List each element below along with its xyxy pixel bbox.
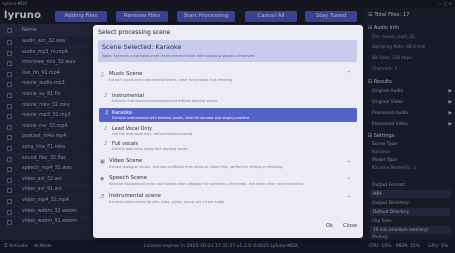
video-scene-desc: Extract dialogue, music, and sound effec… xyxy=(109,164,283,169)
selected-scene-heading: Scene Selected: Karaoke xyxy=(102,43,182,51)
video-icon: ▣ xyxy=(100,159,105,165)
ok-button[interactable]: Ok xyxy=(326,223,333,229)
option-desc: Extracts instrumental with backing vocal… xyxy=(112,116,250,120)
instrumental-scene-title: Instrumental scene xyxy=(109,193,161,199)
speech-scene-title: Speech Scene xyxy=(109,175,148,181)
chevron-down-icon[interactable]: ⌄ xyxy=(346,175,351,181)
instrumental-scene-category[interactable]: ♬ Instrumental scene Extracts instrument… xyxy=(100,193,355,207)
music-scene-desc: Extract vocals and instrumental tracks, … xyxy=(109,77,233,82)
select-scene-dialog: Select processing scene Scene Selected: … xyxy=(93,25,363,238)
chevron-down-icon[interactable]: ⌄ xyxy=(346,158,351,164)
scene-option-full-vocals[interactable]: ♪ Full vocals Get the lead vocal along w… xyxy=(99,139,357,153)
dialog-title: Select processing scene xyxy=(98,29,171,36)
selected-scene-box: Scene Selected: Karaoke Note: Extracts a… xyxy=(98,40,357,62)
speech-icon: ◉ xyxy=(100,176,105,182)
chevron-down-icon[interactable]: ⌄ xyxy=(346,193,351,199)
video-scene-category[interactable]: ▣ Video Scene Extract dialogue, music, a… xyxy=(100,158,355,172)
close-button[interactable]: Close xyxy=(343,223,357,229)
scene-option-instrumental[interactable]: ♪ Instrumental Extracts instrumental acc… xyxy=(99,91,357,105)
music-scene-category[interactable]: ♫ Music Scene Extract vocals and instrum… xyxy=(100,71,355,85)
option-desc: Extracts instrumental accompaniment with… xyxy=(112,99,218,103)
option-desc: Get the lead vocal only, without backing… xyxy=(112,132,193,136)
guitar-icon: ♬ xyxy=(100,194,105,200)
instrumental-scene-desc: Extracts instruments (drums, bass, guita… xyxy=(109,199,225,204)
speech-scene-category[interactable]: ◉ Speech Scene Remove background noise a… xyxy=(100,175,355,189)
lead-vocal-icon: ♪ xyxy=(104,126,108,132)
selected-scene-note: Note: Extracts a karaoke-style instrumen… xyxy=(102,53,255,58)
karaoke-icon: ♫ xyxy=(104,110,109,116)
scene-option-lead-vocal[interactable]: ♪ Lead Vocal Only Get the lead vocal onl… xyxy=(99,124,357,138)
instrumental-icon: ♪ xyxy=(104,93,108,99)
video-scene-title: Video Scene xyxy=(109,158,143,164)
speech-scene-desc: Remove background noise and isolate clea… xyxy=(109,181,304,186)
full-vocals-icon: ♪ xyxy=(104,141,108,147)
music-scene-title: Music Scene xyxy=(109,71,143,77)
music-icon: ♫ xyxy=(100,72,105,78)
option-desc: Get the lead vocal along with backing vo… xyxy=(112,147,188,151)
scene-option-karaoke[interactable]: ♫ Karaoke Extracts instrumental with bac… xyxy=(99,108,357,122)
chevron-up-icon[interactable]: ⌃ xyxy=(346,71,351,77)
